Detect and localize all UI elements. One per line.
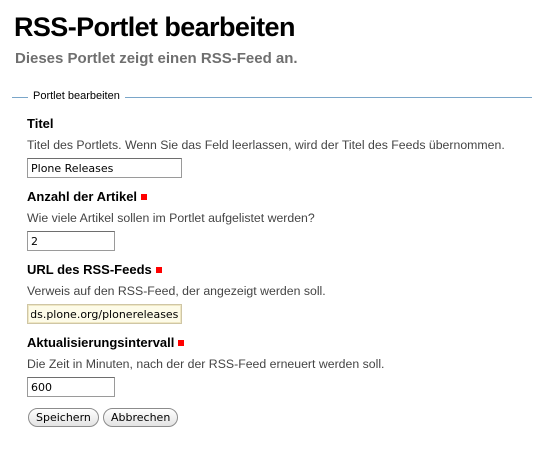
field-title: Titel Titel des Portlets. Wenn Sie das F…	[27, 116, 532, 178]
timeout-input[interactable]	[27, 377, 115, 397]
fieldset-legend: Portlet bearbeiten	[28, 90, 125, 102]
required-marker	[178, 340, 185, 346]
timeout-label: Aktualisierungsintervall	[27, 335, 532, 351]
required-marker	[141, 194, 148, 200]
page-description: Dieses Portlet zeigt einen RSS-Feed an.	[15, 50, 298, 67]
timeout-help: Die Zeit in Minuten, nach der der RSS-Fe…	[27, 357, 385, 371]
required-marker	[155, 267, 162, 273]
url-help: Verweis auf den RSS-Feed, der angezeigt …	[27, 284, 326, 298]
title-label: Titel	[27, 116, 532, 132]
url-input[interactable]	[27, 304, 182, 324]
title-help: Titel des Portlets. Wenn Sie das Feld le…	[27, 138, 505, 152]
save-button[interactable]: Speichern	[28, 408, 99, 427]
field-timeout: Aktualisierungsintervall Die Zeit in Min…	[27, 335, 532, 397]
timeout-label-text: Aktualisierungsintervall	[27, 335, 175, 350]
url-label: URL des RSS-Feeds	[27, 262, 532, 278]
count-label-text: Anzahl der Artikel	[27, 189, 138, 204]
cancel-button[interactable]: Abbrechen	[103, 408, 179, 427]
field-url: URL des RSS-Feeds Verweis auf den RSS-Fe…	[27, 262, 532, 324]
url-label-text: URL des RSS-Feeds	[27, 262, 152, 277]
page-title: RSS-Portlet bearbeiten	[14, 12, 295, 42]
field-count: Anzahl der Artikel Wie viele Artikel sol…	[27, 189, 532, 251]
count-label: Anzahl der Artikel	[27, 189, 532, 205]
count-input[interactable]	[27, 231, 115, 251]
title-input[interactable]	[27, 158, 182, 178]
title-label-text: Titel	[27, 116, 54, 131]
count-help: Wie viele Artikel sollen im Portlet aufg…	[27, 211, 315, 225]
